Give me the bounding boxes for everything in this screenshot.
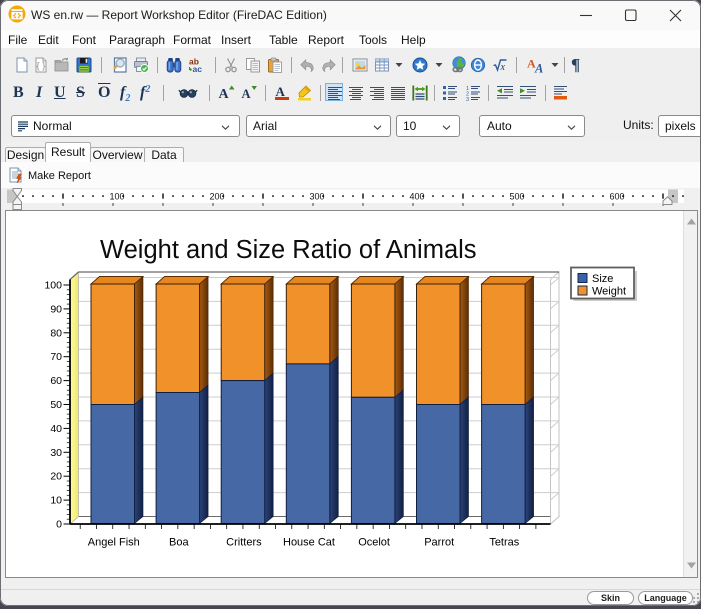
- svg-text:50: 50: [50, 399, 62, 411]
- svg-text:40: 40: [50, 423, 62, 435]
- svg-text:100: 100: [109, 192, 124, 202]
- svg-text:ac: ac: [193, 64, 203, 73]
- svg-text:Angel Fish: Angel Fish: [88, 537, 140, 549]
- svg-text:Critters: Critters: [226, 537, 262, 549]
- svg-text:Weight: Weight: [592, 286, 626, 298]
- svg-text:80: 80: [50, 327, 62, 339]
- svg-text:100: 100: [44, 280, 62, 292]
- svg-text:600: 600: [609, 192, 624, 202]
- svg-text:Ocelot: Ocelot: [358, 537, 390, 549]
- svg-text:{ }: { }: [36, 61, 45, 72]
- svg-text:10: 10: [50, 495, 62, 507]
- svg-text:A: A: [276, 84, 286, 99]
- svg-text:3: 3: [466, 97, 469, 101]
- svg-text:Parrot: Parrot: [424, 537, 454, 549]
- svg-text:300: 300: [309, 192, 324, 202]
- svg-text:A: A: [242, 87, 251, 101]
- svg-text:Weight and Size Ratio of Anima: Weight and Size Ratio of Animals: [100, 236, 477, 264]
- svg-text:30: 30: [50, 447, 62, 459]
- svg-text:A: A: [534, 62, 543, 75]
- svg-text:A: A: [219, 87, 230, 101]
- svg-text:20: 20: [50, 471, 62, 483]
- svg-text:500: 500: [509, 192, 524, 202]
- svg-text:x: x: [500, 62, 506, 73]
- svg-text:Tetras: Tetras: [489, 537, 519, 549]
- svg-text:Boa: Boa: [169, 537, 189, 549]
- svg-text:Size: Size: [592, 273, 613, 285]
- svg-text:400: 400: [409, 192, 424, 202]
- svg-text:90: 90: [50, 303, 62, 315]
- svg-text:200: 200: [209, 192, 224, 202]
- svg-text:60: 60: [50, 375, 62, 387]
- svg-text:0: 0: [56, 519, 62, 531]
- svg-text:House Cat: House Cat: [283, 537, 335, 549]
- svg-text:70: 70: [50, 351, 62, 363]
